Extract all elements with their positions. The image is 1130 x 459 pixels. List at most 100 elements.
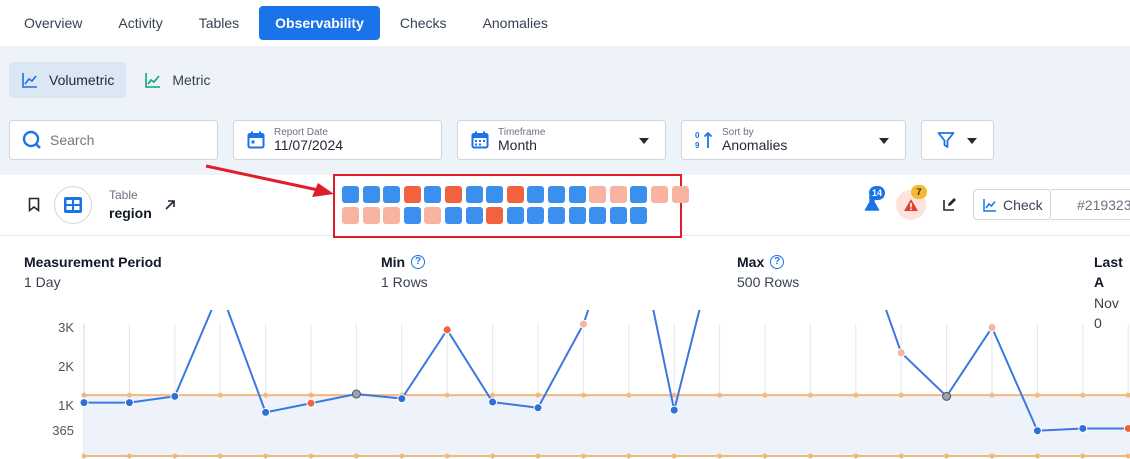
data-point: [578, 319, 588, 329]
status-cell[interactable]: [362, 207, 380, 224]
status-cell[interactable]: [486, 186, 504, 203]
warning-triangle-icon: [904, 199, 918, 211]
threshold-point: [126, 453, 132, 459]
status-cell[interactable]: [527, 207, 545, 224]
filter-button[interactable]: [921, 120, 994, 160]
status-cell[interactable]: [527, 186, 545, 203]
threshold-point: [989, 453, 995, 459]
edit-icon[interactable]: [942, 197, 957, 217]
sub-tab-label: Metric: [172, 72, 211, 88]
annotation-arrow-icon: [205, 164, 334, 197]
filter-funnel-icon: [936, 130, 956, 150]
data-point: [1123, 423, 1130, 433]
y-tick-label: 3K: [58, 320, 74, 335]
timeframe-select[interactable]: Timeframe Month: [457, 120, 666, 160]
status-cell[interactable]: [609, 186, 627, 203]
search-box[interactable]: [9, 120, 218, 160]
help-icon[interactable]: ?: [411, 255, 426, 270]
threshold-point: [217, 392, 223, 398]
threshold-point: [626, 453, 632, 459]
open-external-icon[interactable]: [163, 198, 177, 217]
table-type-avatar: [54, 186, 92, 224]
tab-observability[interactable]: Observability: [259, 6, 380, 40]
threshold-point: [444, 453, 450, 459]
status-cell[interactable]: [445, 186, 462, 203]
sub-tab-metric[interactable]: Metric: [132, 62, 222, 98]
data-point: [669, 405, 679, 415]
status-cell[interactable]: [630, 207, 648, 224]
data-point: [1078, 423, 1088, 433]
status-cell[interactable]: [548, 207, 565, 224]
search-input[interactable]: [50, 132, 200, 148]
status-cell[interactable]: [403, 186, 421, 203]
status-cell[interactable]: [424, 207, 442, 224]
status-cell[interactable]: [548, 186, 565, 203]
anomaly-count-indicator[interactable]: 14: [862, 186, 888, 216]
threshold-point: [444, 392, 450, 398]
status-cell[interactable]: [403, 207, 421, 224]
report-date-picker[interactable]: Report Date 11/07/2024: [233, 120, 442, 160]
table-name[interactable]: region: [109, 204, 152, 222]
stat-value: 500 Rows: [737, 274, 800, 291]
threshold-point: [535, 392, 541, 398]
status-cell[interactable]: [486, 207, 504, 224]
status-cell[interactable]: [383, 186, 401, 203]
threshold-point: [853, 453, 859, 459]
stat-label: Last A: [1094, 254, 1123, 291]
search-icon: [22, 130, 42, 150]
stat-measurement-period: Measurement Period 1 Day: [24, 252, 162, 293]
threshold-point: [898, 453, 904, 459]
threshold-point: [580, 453, 586, 459]
tab-activity[interactable]: Activity: [102, 6, 178, 40]
status-cell[interactable]: [424, 186, 442, 203]
status-cell[interactable]: [589, 186, 607, 203]
status-cell[interactable]: [589, 207, 607, 224]
check-button[interactable]: Check: [973, 189, 1051, 220]
stat-label: Min: [381, 254, 406, 270]
sort-by-select[interactable]: 09 Sort by Anomalies: [681, 120, 906, 160]
status-cell[interactable]: [445, 207, 462, 224]
sub-tab-volumetric[interactable]: Volumetric: [9, 62, 127, 98]
status-cell[interactable]: [342, 207, 359, 224]
data-point: [170, 391, 180, 401]
status-cell[interactable]: [465, 207, 483, 224]
status-cell[interactable]: [630, 186, 648, 203]
status-cell[interactable]: [609, 207, 627, 224]
tab-overview[interactable]: Overview: [8, 6, 98, 40]
tab-checks[interactable]: Checks: [384, 6, 463, 40]
stat-value: 1 Day: [24, 274, 61, 291]
status-cell[interactable]: [362, 186, 380, 203]
tab-anomalies[interactable]: Anomalies: [467, 6, 564, 40]
data-point: [397, 394, 407, 404]
threshold-point: [717, 392, 723, 398]
data-point: [351, 389, 361, 399]
threshold-point: [263, 392, 269, 398]
status-cell[interactable]: [651, 186, 668, 203]
anomaly-timeline-highlight: [333, 174, 682, 238]
threshold-point: [807, 392, 813, 398]
threshold-band: [84, 395, 1130, 456]
threshold-point: [263, 453, 269, 459]
observability-sub-tabs: Volumetric Metric: [9, 62, 222, 98]
status-cell[interactable]: [568, 207, 586, 224]
status-cell[interactable]: [568, 186, 586, 203]
status-cell[interactable]: [383, 207, 401, 224]
help-icon[interactable]: ?: [770, 255, 785, 270]
threshold-point: [1080, 392, 1086, 398]
bookmark-icon[interactable]: [28, 197, 40, 217]
status-cell[interactable]: [342, 186, 359, 203]
data-point: [124, 398, 134, 408]
status-cell[interactable]: [506, 207, 524, 224]
status-cell[interactable]: [671, 186, 689, 203]
threshold-point: [1034, 453, 1040, 459]
tab-tables[interactable]: Tables: [183, 6, 255, 40]
y-tick-label: 365: [52, 423, 74, 438]
data-point: [896, 348, 906, 358]
status-cell[interactable]: [465, 186, 483, 203]
volumetric-line-chart: 3K 2K 1K 365: [52, 310, 1130, 459]
anomaly-count-badge: 14: [869, 186, 886, 200]
threshold-point: [308, 392, 314, 398]
threshold-point: [399, 453, 405, 459]
threshold-point: [308, 453, 314, 459]
status-cell[interactable]: [506, 186, 524, 203]
